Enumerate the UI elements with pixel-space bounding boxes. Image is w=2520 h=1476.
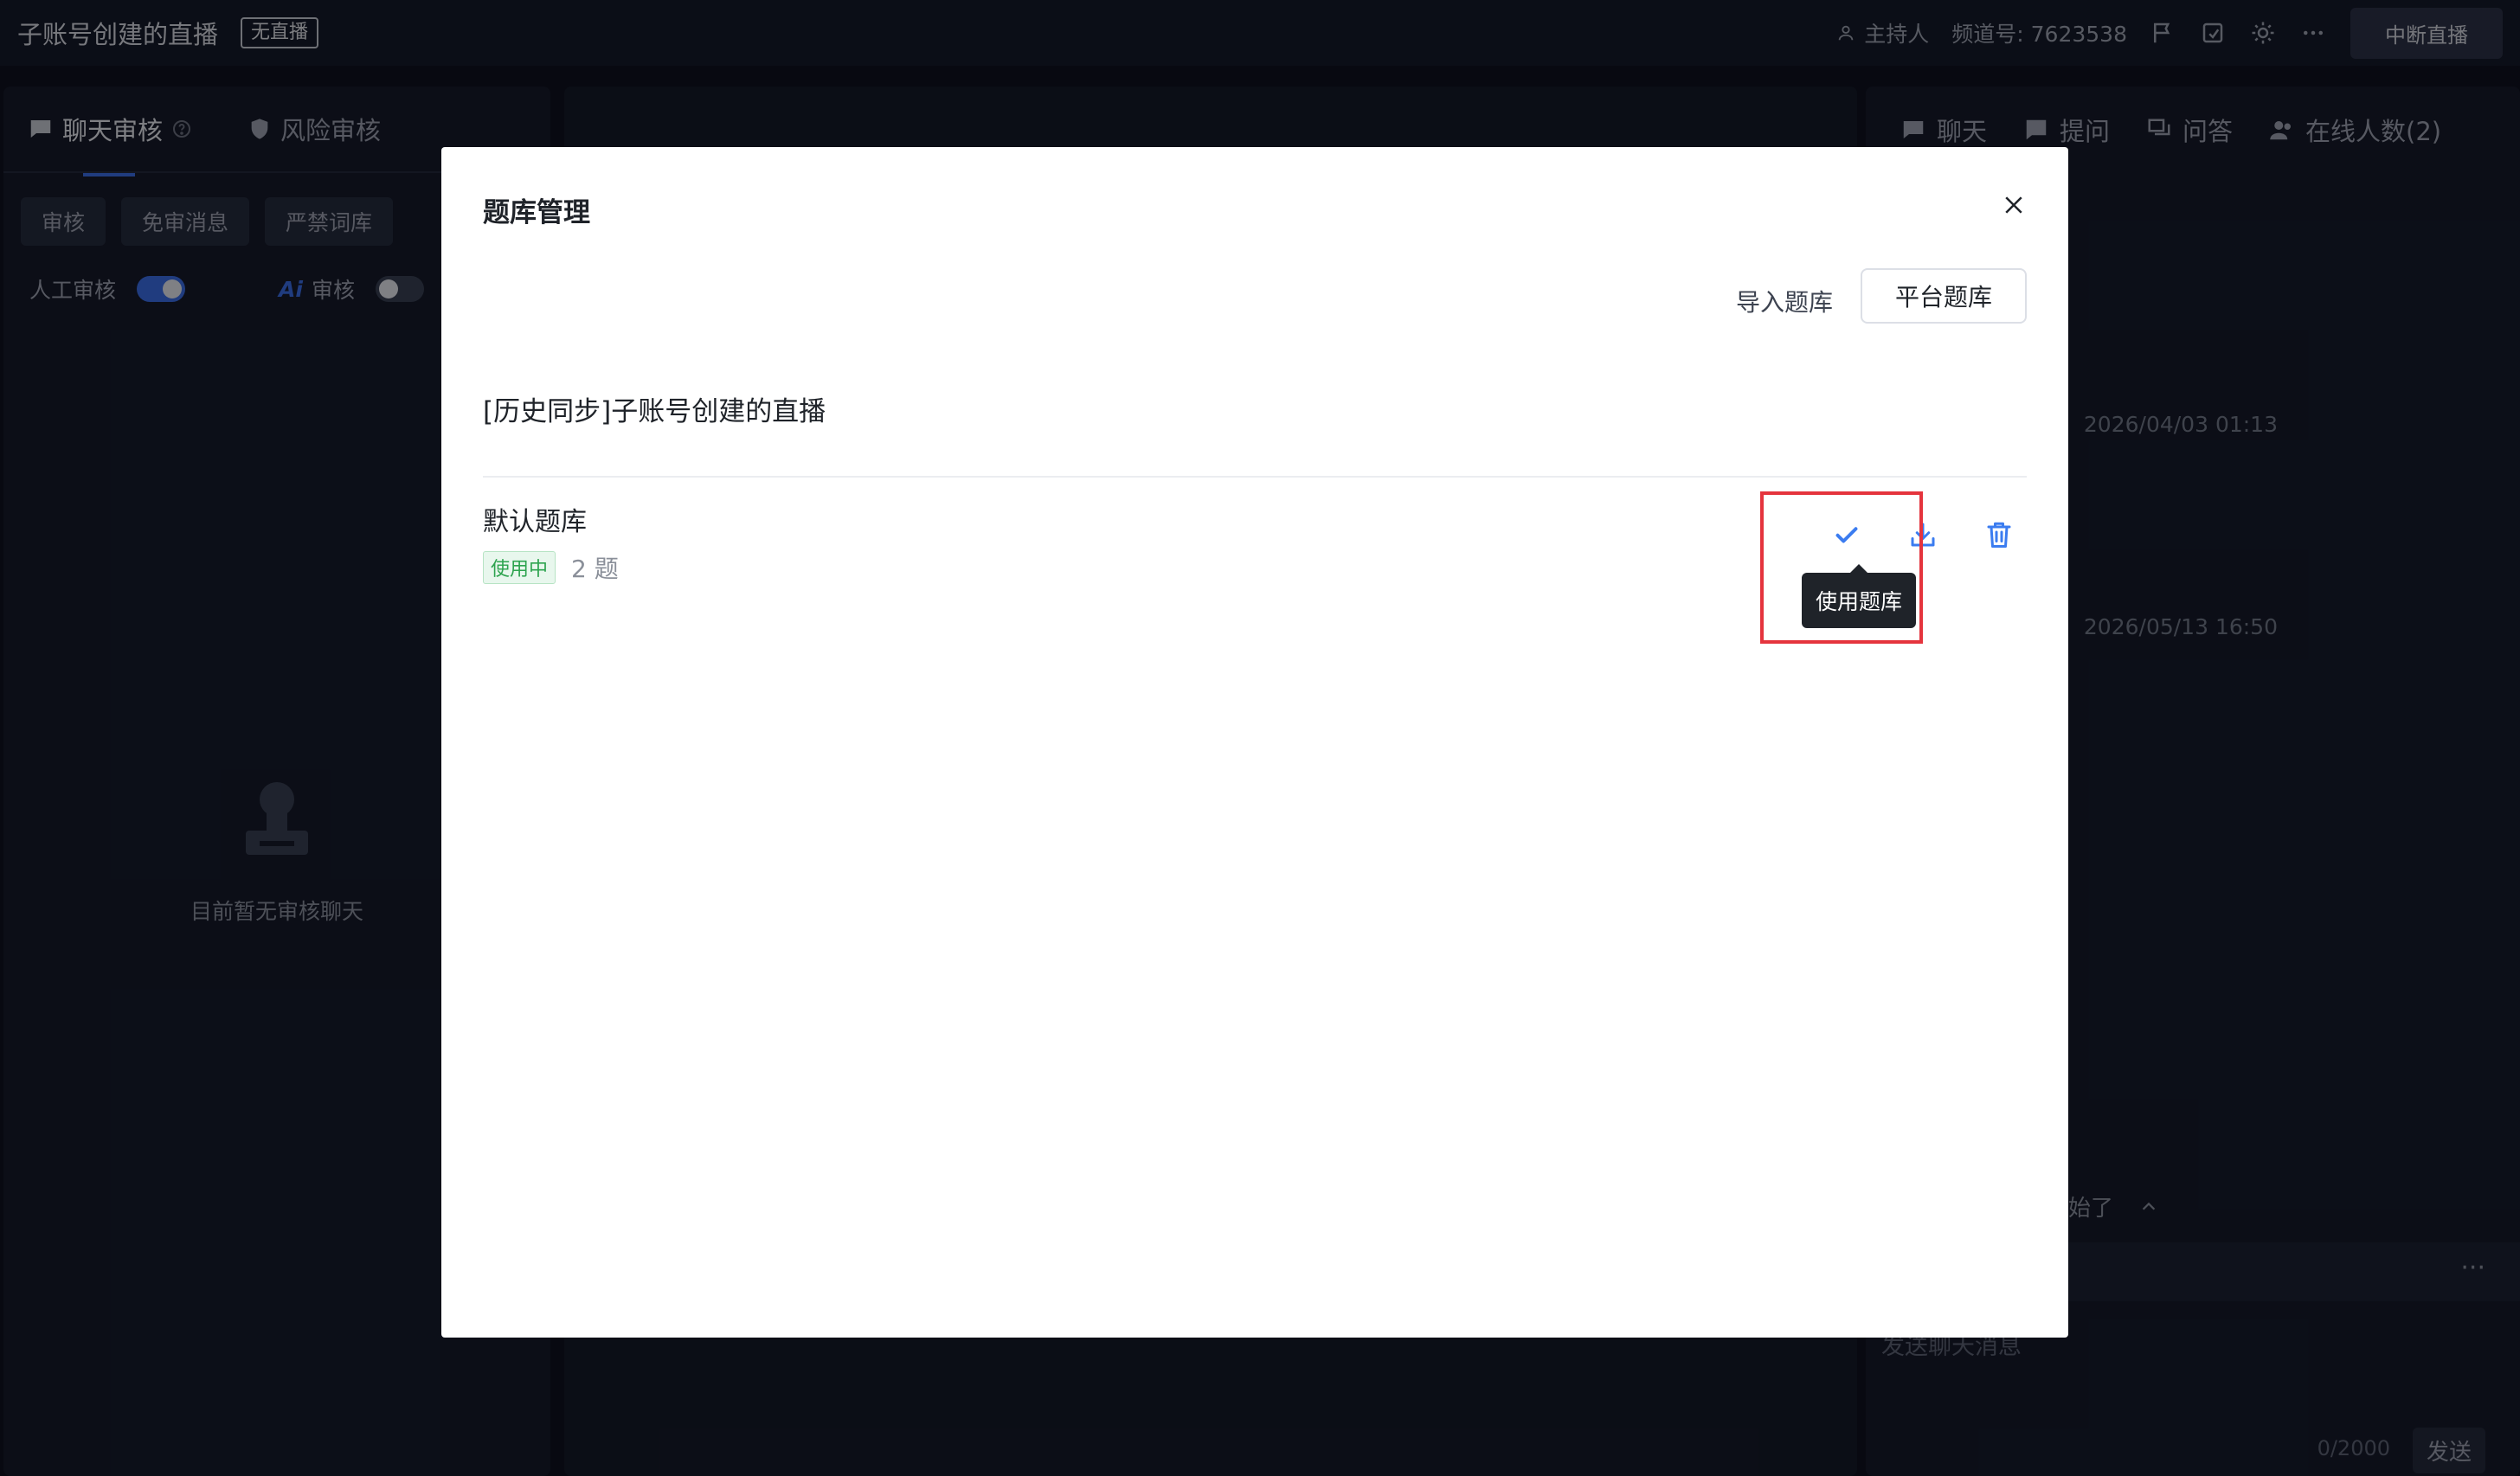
bank-group-title: [历史同步]子账号创建的直播 [483,396,826,427]
bank-name: 默认题库 [483,507,587,537]
question-bank-dialog: 题库管理 导入题库 平台题库 [历史同步]子账号创建的直播 默认题库 使用中 2… [441,147,2068,1338]
status-badge: 使用中 [483,551,556,584]
question-count: 2 题 [571,555,619,583]
divider [483,476,2027,478]
dialog-title: 题库管理 [483,197,590,228]
bank-meta: 使用中 2 题 [483,550,619,585]
platform-bank-button[interactable]: 平台题库 [1861,268,2027,324]
trash-icon[interactable] [1983,519,2015,550]
import-bank-button[interactable]: 导入题库 [1736,284,1833,318]
close-icon[interactable] [2001,192,2027,218]
use-bank-tooltip: 使用题库 [1802,564,1917,628]
